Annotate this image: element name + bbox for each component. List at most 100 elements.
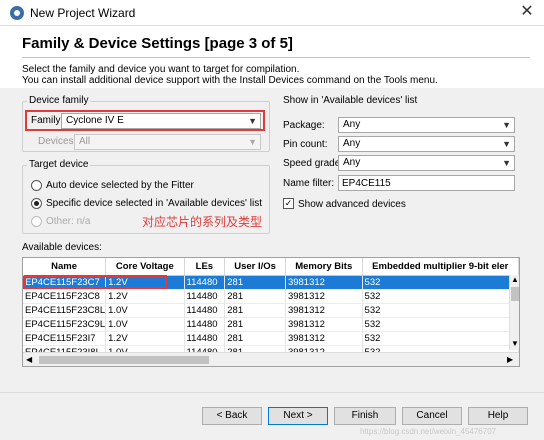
radio-specific-device[interactable] bbox=[31, 198, 42, 209]
table-row[interactable]: EP4CE115F23C8 1.2V 114480 281 3981312 532 bbox=[23, 289, 519, 304]
family-dropdown[interactable]: Cyclone IV E ▼ bbox=[61, 113, 261, 129]
table-cell: 532 bbox=[362, 303, 519, 318]
close-icon[interactable]: ✕ bbox=[518, 3, 536, 21]
column-header[interactable]: Core Voltage bbox=[105, 258, 185, 276]
column-header[interactable]: User I/Os bbox=[224, 258, 286, 276]
description-line-1: Select the family and device you want to… bbox=[22, 64, 300, 75]
table-row[interactable]: EP4CE115F23C9L 1.0V 114480 281 3981312 532 bbox=[23, 317, 519, 332]
annotation-text: 对应芯片的系列及类型 bbox=[142, 215, 263, 229]
package-value: Any bbox=[343, 119, 361, 130]
table-cell: 281 bbox=[224, 303, 286, 318]
page-heading: Family & Device Settings [page 3 of 5] bbox=[22, 35, 293, 52]
table-cell: 114480 bbox=[184, 303, 226, 318]
speed-grade-dropdown[interactable]: Any ▼ bbox=[338, 155, 515, 171]
horizontal-scrollbar[interactable]: ◀ ▶ bbox=[23, 352, 519, 366]
chevron-down-icon: ▼ bbox=[248, 116, 257, 126]
table-cell: 281 bbox=[224, 289, 286, 304]
table-cell: 3981312 bbox=[285, 275, 363, 290]
family-value: Cyclone IV E bbox=[66, 115, 124, 126]
table-cell: 281 bbox=[224, 317, 286, 332]
table-cell: 114480 bbox=[184, 275, 226, 290]
name-filter-label: Name filter: bbox=[283, 178, 335, 189]
table-row[interactable]: EP4CE115F23I7 1.2V 114480 281 3981312 532 bbox=[23, 331, 519, 346]
next-button[interactable]: Next > bbox=[268, 407, 328, 425]
table-cell: 3981312 bbox=[285, 303, 363, 318]
footer-divider bbox=[0, 392, 544, 393]
family-label: Family: bbox=[31, 115, 64, 126]
radio-auto-device[interactable] bbox=[31, 180, 42, 191]
radio-other-device bbox=[31, 216, 42, 227]
table-cell: 532 bbox=[362, 331, 519, 346]
header-divider bbox=[22, 57, 530, 58]
show-in-list-group-label: Show in 'Available devices' list bbox=[281, 95, 420, 106]
description-line-2: You can install additional device suppor… bbox=[22, 75, 438, 86]
table-header-row: Name Core Voltage LEs User I/Os Memory B… bbox=[23, 258, 519, 276]
table-cell: 3981312 bbox=[285, 289, 363, 304]
table-cell: EP4CE115F23I7 bbox=[23, 331, 107, 346]
table-cell: 1.2V bbox=[105, 331, 185, 346]
show-advanced-label[interactable]: Show advanced devices bbox=[298, 199, 406, 210]
pin-count-value: Any bbox=[343, 138, 361, 149]
speed-grade-value: Any bbox=[343, 157, 361, 168]
horizontal-scroll-thumb[interactable] bbox=[39, 356, 209, 364]
speed-grade-label: Speed grade: bbox=[283, 158, 344, 169]
table-cell: 281 bbox=[224, 331, 286, 346]
chevron-down-icon[interactable]: ▼ bbox=[511, 339, 519, 348]
available-devices-label: Available devices: bbox=[22, 242, 102, 253]
radio-auto-device-label[interactable]: Auto device selected by the Fitter bbox=[46, 180, 194, 191]
table-cell: 114480 bbox=[184, 289, 226, 304]
table-cell: 3981312 bbox=[285, 331, 363, 346]
table-cell: 114480 bbox=[184, 317, 226, 332]
table-cell: 281 bbox=[224, 275, 286, 290]
quartus-app-icon bbox=[10, 6, 24, 20]
selected-device-highlight-box bbox=[24, 275, 167, 289]
vertical-scrollbar[interactable]: ▲ ▼ bbox=[509, 275, 519, 350]
chevron-right-icon[interactable]: ▶ bbox=[507, 355, 513, 364]
chevron-down-icon: ▼ bbox=[502, 139, 511, 149]
vertical-scroll-thumb[interactable] bbox=[511, 287, 519, 301]
device-family-group-label: Device family bbox=[27, 95, 91, 106]
column-header[interactable]: LEs bbox=[184, 258, 226, 276]
column-header[interactable]: Embedded multiplier 9-bit eler bbox=[362, 258, 519, 276]
pin-count-label: Pin count: bbox=[283, 139, 328, 150]
devices-table: Name Core Voltage LEs User I/Os Memory B… bbox=[23, 258, 519, 360]
table-cell: 114480 bbox=[184, 331, 226, 346]
pin-count-dropdown[interactable]: Any ▼ bbox=[338, 136, 515, 152]
watermark-text: https://blog.csdn.net/weixin_45476707 bbox=[360, 427, 497, 436]
chevron-left-icon[interactable]: ◀ bbox=[26, 355, 32, 364]
table-row[interactable]: EP4CE115F23C8L 1.0V 114480 281 3981312 532 bbox=[23, 303, 519, 318]
table-cell: 1.0V bbox=[105, 317, 185, 332]
devices-dropdown: All ▼ bbox=[74, 134, 261, 150]
table-cell: 1.2V bbox=[105, 289, 185, 304]
window-title: New Project Wizard bbox=[30, 6, 136, 20]
back-button[interactable]: < Back bbox=[202, 407, 262, 425]
column-header[interactable]: Name bbox=[23, 258, 107, 276]
radio-specific-device-label[interactable]: Specific device selected in 'Available d… bbox=[46, 198, 262, 209]
table-cell: EP4CE115F23C9L bbox=[23, 317, 107, 332]
help-button[interactable]: Help bbox=[468, 407, 528, 425]
name-filter-input[interactable] bbox=[338, 175, 515, 191]
table-cell: EP4CE115F23C8 bbox=[23, 289, 107, 304]
chevron-up-icon[interactable]: ▲ bbox=[511, 275, 519, 284]
table-cell: 1.0V bbox=[105, 303, 185, 318]
table-cell: 532 bbox=[362, 275, 519, 290]
finish-button[interactable]: Finish bbox=[334, 407, 396, 425]
radio-other-device-label: Other: n/a bbox=[46, 216, 91, 227]
target-device-group-label: Target device bbox=[27, 159, 91, 170]
table-cell: 532 bbox=[362, 317, 519, 332]
devices-label: Devices: bbox=[38, 136, 77, 147]
available-devices-table[interactable]: Name Core Voltage LEs User I/Os Memory B… bbox=[22, 257, 520, 367]
table-cell: 3981312 bbox=[285, 317, 363, 332]
wizard-header: Family & Device Settings [page 3 of 5] S… bbox=[0, 26, 544, 88]
package-dropdown[interactable]: Any ▼ bbox=[338, 117, 515, 133]
cancel-button[interactable]: Cancel bbox=[402, 407, 462, 425]
package-label: Package: bbox=[283, 120, 325, 131]
chevron-down-icon: ▼ bbox=[502, 158, 511, 168]
title-bar: New Project Wizard ✕ bbox=[0, 0, 544, 26]
chevron-down-icon: ▼ bbox=[502, 120, 511, 130]
column-header[interactable]: Memory Bits bbox=[285, 258, 363, 276]
devices-value: All bbox=[79, 136, 91, 147]
table-cell: 532 bbox=[362, 289, 519, 304]
show-advanced-checkbox[interactable]: ✓ bbox=[283, 198, 294, 209]
table-cell: EP4CE115F23C8L bbox=[23, 303, 107, 318]
